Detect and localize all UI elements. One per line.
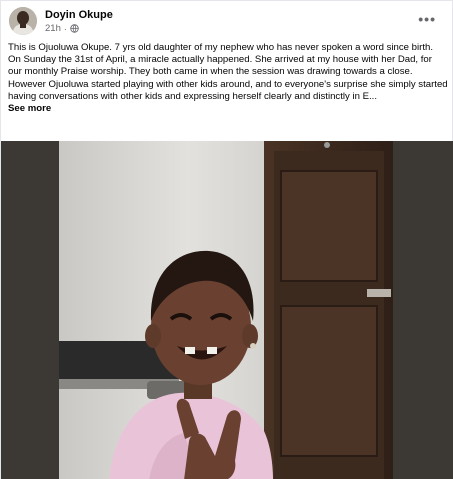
see-more-link[interactable]: See more bbox=[8, 103, 448, 115]
post-meta: 21h · bbox=[45, 23, 79, 34]
globe-icon bbox=[70, 24, 79, 33]
post-photo[interactable] bbox=[59, 141, 393, 479]
more-options-icon[interactable]: ••• bbox=[418, 11, 436, 27]
author-avatar[interactable] bbox=[9, 7, 37, 35]
post-header: Doyin Okupe 21h · ••• bbox=[7, 5, 446, 37]
post-text: This is Ojuoluwa Okupe. 7 yrs old daught… bbox=[8, 42, 448, 115]
author-name[interactable]: Doyin Okupe bbox=[45, 9, 113, 21]
post-paragraph-1: This is Ojuoluwa Okupe. 7 yrs old daught… bbox=[8, 42, 434, 78]
post-media[interactable] bbox=[1, 141, 453, 479]
post-time[interactable]: 21h bbox=[45, 23, 61, 34]
meta-separator: · bbox=[63, 23, 67, 34]
post-paragraph-2: However Ojuoluwa started playing with ot… bbox=[8, 78, 448, 102]
facebook-post: Doyin Okupe 21h · ••• This is Ojuoluwa O… bbox=[0, 0, 453, 479]
